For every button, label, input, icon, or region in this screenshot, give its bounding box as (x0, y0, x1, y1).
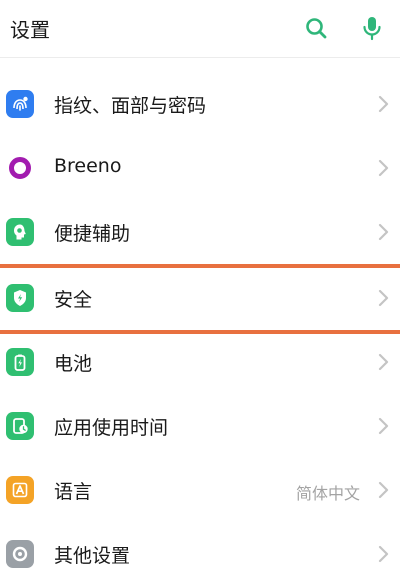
settings-item-label: Breeno (54, 155, 122, 177)
top-bar: 设置 (0, 0, 400, 58)
settings-item-app-usage-time[interactable]: 应用使用时间 (0, 396, 400, 456)
breeno-icon (6, 154, 34, 182)
chevron-right-icon (378, 353, 389, 371)
gear-icon (6, 540, 34, 568)
search-button[interactable] (300, 12, 332, 44)
search-icon (306, 18, 327, 39)
settings-item-label: 其他设置 (54, 545, 131, 567)
settings-item-value: 简体中文 (295, 484, 360, 503)
settings-item-label: 电池 (54, 353, 93, 375)
screen-time-icon (6, 412, 34, 440)
settings-item-label: 指纹、面部与密码 (54, 95, 207, 117)
fingerprint-icon (6, 90, 34, 118)
chevron-right-icon (378, 481, 389, 499)
settings-item-other-settings[interactable]: 其他设置 (0, 524, 400, 584)
page-title: 设置 (10, 18, 50, 42)
settings-item-security[interactable]: 安全 (0, 268, 400, 328)
settings-item-label: 安全 (54, 289, 93, 311)
battery-icon (6, 348, 34, 376)
chevron-right-icon (378, 159, 389, 177)
settings-item-label: 应用使用时间 (54, 417, 169, 439)
chevron-right-icon (378, 95, 389, 113)
chevron-right-icon (378, 223, 389, 241)
microphone-icon (363, 17, 381, 41)
chevron-right-icon (378, 289, 389, 307)
settings-item-battery[interactable]: 电池 (0, 332, 400, 392)
chevron-right-icon (378, 545, 389, 563)
shield-icon (6, 284, 34, 312)
settings-item-accessibility[interactable]: 便捷辅助 (0, 202, 400, 262)
settings-item-breeno[interactable]: Breeno (0, 138, 400, 198)
language-icon (6, 476, 34, 504)
settings-item-label: 便捷辅助 (54, 223, 131, 245)
accessibility-icon (6, 218, 34, 246)
settings-item-fingerprint-face-password[interactable]: 指纹、面部与密码 (0, 74, 400, 134)
settings-item-label: 语言 (54, 481, 93, 503)
voice-search-button[interactable] (356, 12, 388, 44)
chevron-right-icon (378, 417, 389, 435)
settings-item-language[interactable]: 语言 简体中文 (0, 460, 400, 520)
